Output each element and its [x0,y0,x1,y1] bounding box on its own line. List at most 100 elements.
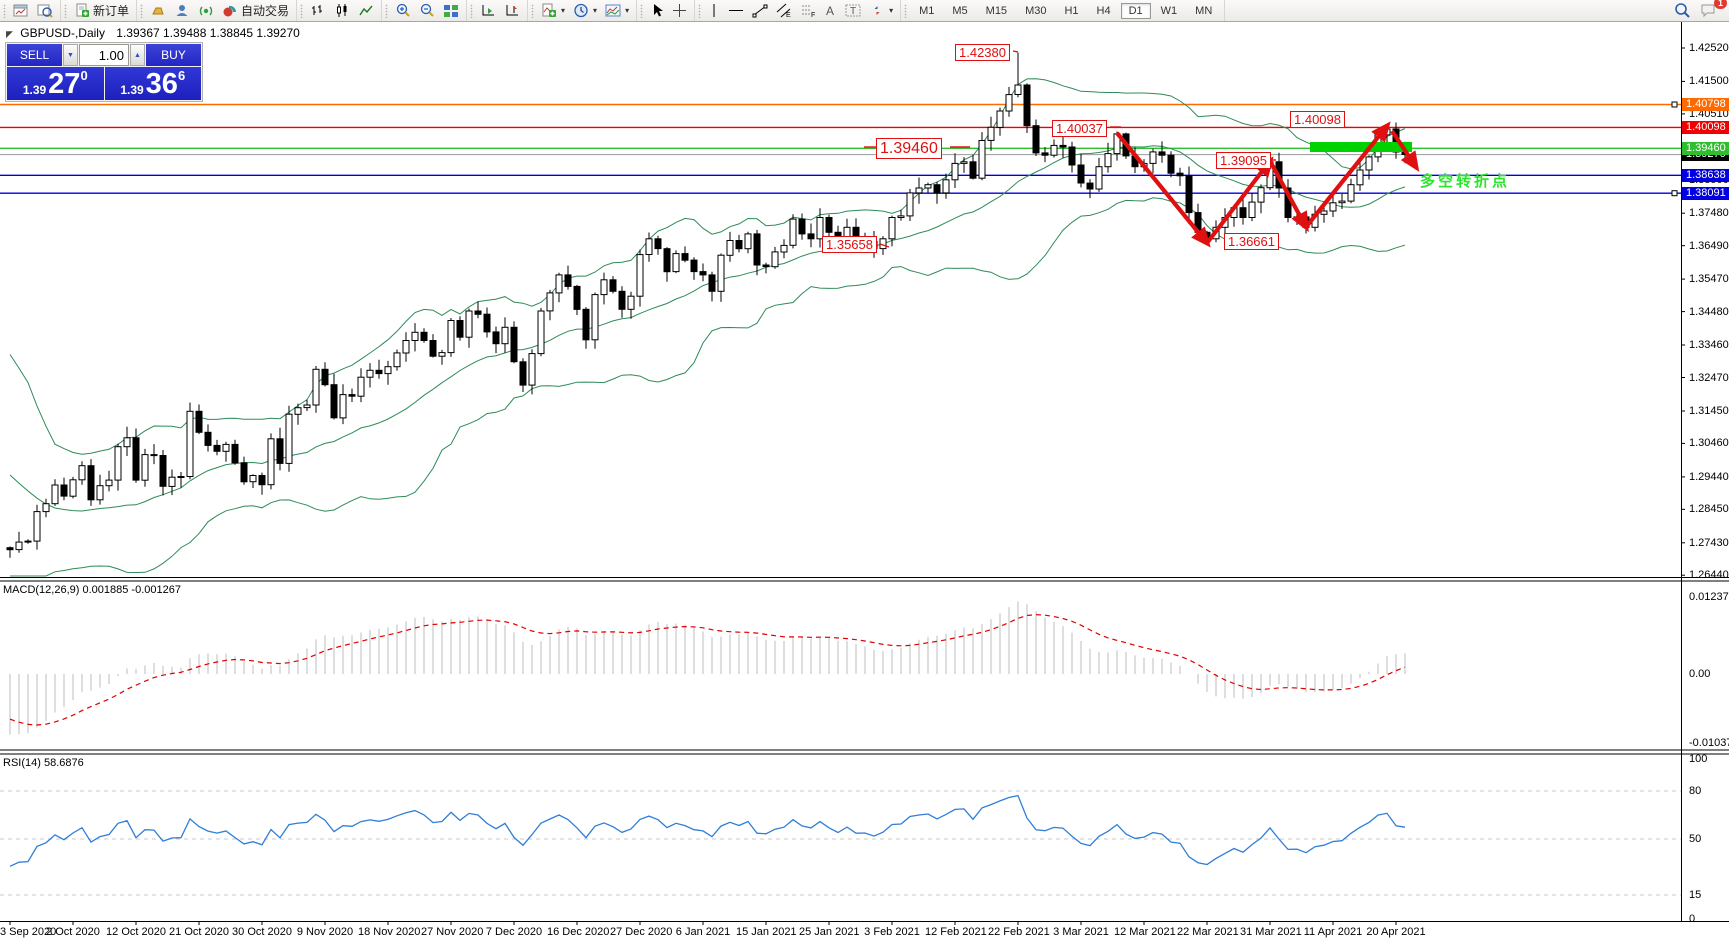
volume-decrease-button[interactable]: ▼ [63,44,78,66]
date-axis-label[interactable]: 21 Oct 2020 [169,926,229,938]
zoom-out-icon [419,3,435,18]
bar-chart-button[interactable] [306,1,330,20]
date-axis-label[interactable]: 27 Dec 2020 [610,926,672,938]
sell-button[interactable]: SELL [7,44,62,66]
date-axis-label[interactable]: 3 Feb 2021 [862,926,922,938]
dropdown-caret-icon: ▾ [625,6,630,15]
indicators-icon [541,3,557,18]
date-axis-label[interactable]: 3 Mar 2021 [1051,926,1111,938]
timeframe-h1[interactable]: H1 [1056,3,1086,19]
chat-button[interactable]: 1 [1695,0,1727,21]
svg-text:E: E [786,12,791,18]
timeframe-h4[interactable]: H4 [1089,3,1119,19]
indicators-button[interactable]: ▾ [537,1,569,20]
new-order-button[interactable]: 新订单 [70,0,133,21]
date-axis-label[interactable]: 12 Feb 2021 [925,926,987,938]
arrows-button[interactable]: ▾ [865,1,897,20]
date-axis-label[interactable]: 11 Apr 2021 [1303,926,1363,938]
timeframe-m30[interactable]: M30 [1017,3,1054,19]
timeframe-mn[interactable]: MN [1187,3,1220,19]
dropdown-caret-icon: ▾ [593,6,598,15]
sell-price-button[interactable]: 1.39 27 0 [7,67,104,100]
volume-input[interactable] [79,44,129,66]
sell-price-pips: 27 [48,68,81,100]
date-axis-label[interactable]: 16 Dec 2020 [547,926,609,938]
fibonacci-button[interactable]: F [796,1,820,20]
date-axis-label[interactable]: 6 Jan 2021 [673,926,733,938]
turning-point-annotation[interactable]: 多空转折点 [1420,170,1510,191]
toolbar-grip [300,3,304,18]
date-axis-label[interactable]: 12 Oct 2020 [106,926,166,938]
date-axis-label[interactable]: 15 Jan 2021 [736,926,797,938]
trendline-button[interactable] [748,1,772,20]
date-axis-label[interactable]: 9 Nov 2020 [295,926,355,938]
main-toolbar: 新订单 自动交易 ▾ ▾ ▾ E F A T ▾ M1 M5 M15 M30 H… [0,0,1729,22]
date-axis-label[interactable]: 30 Oct 2020 [232,926,292,938]
zoom-in-button[interactable] [391,1,415,20]
toolbar-grip [640,3,644,18]
macd-label: MACD(12,26,9) 0.001885 -0.001267 [3,584,181,596]
crosshair-button[interactable] [668,1,691,20]
chart-shift-button[interactable] [500,1,524,20]
date-axis-label[interactable]: 31 Mar 2021 [1240,926,1302,938]
periods-button[interactable]: ▾ [569,1,601,20]
rsi-axis-tick: 100 [1689,753,1708,765]
price-flag[interactable]: 1.35658 [822,236,877,253]
price-flag[interactable]: 1.39095 [1216,152,1271,169]
templates-button[interactable]: ▾ [601,1,633,20]
auto-scroll-button[interactable] [476,1,500,20]
date-axis-label[interactable]: 22 Mar 2021 [1177,926,1239,938]
candlestick-icon [334,3,350,18]
price-flag[interactable]: 1.42380 [955,44,1010,61]
timeframe-d1[interactable]: D1 [1120,2,1151,19]
toolbar-group-charttype [297,0,383,21]
price-flag[interactable]: 1.36661 [1224,233,1279,250]
buy-button[interactable]: BUY [146,44,201,66]
price-flag[interactable]: 1.39460 [876,138,942,159]
autotrading-button[interactable]: 自动交易 [218,0,293,21]
price-flag[interactable]: 1.40098 [1290,111,1345,128]
line-chart-button[interactable] [354,1,378,20]
profiles-icon [37,3,53,18]
signals-button[interactable] [194,1,218,20]
profiles-button[interactable] [33,1,57,20]
date-axis-label[interactable]: 25 Jan 2021 [799,926,860,938]
text-label-button[interactable]: T [841,1,865,20]
community-button[interactable] [170,1,194,20]
macd-axis-tick: 0.012372 [1689,591,1729,603]
timeframe-w1[interactable]: W1 [1153,3,1186,19]
buy-price-button[interactable]: 1.39 36 6 [104,67,201,100]
candlestick-button[interactable] [330,1,354,20]
timeframe-m5[interactable]: M5 [944,3,975,19]
text-button[interactable]: A [820,1,841,20]
timeframe-m15[interactable]: M15 [978,3,1015,19]
vertical-line-button[interactable] [704,1,724,20]
date-axis-label[interactable]: 2 Oct 2020 [43,926,103,938]
horizontal-line-button[interactable] [724,1,748,20]
market-button[interactable] [146,1,170,20]
toolbar-group-objects: ▾ ▾ ▾ [528,0,638,21]
zoom-out-button[interactable] [415,1,439,20]
toolbar-group-cursor [637,0,696,21]
new-chart-button[interactable] [9,1,33,20]
tile-windows-button[interactable] [439,1,463,20]
date-axis-label[interactable]: 12 Mar 2021 [1114,926,1176,938]
date-axis-label[interactable]: 18 Nov 2020 [358,926,420,938]
channel-button[interactable]: E [772,1,796,20]
date-axis-label[interactable]: 27 Nov 2020 [421,926,483,938]
date-axis-label[interactable]: 20 Apr 2021 [1366,926,1426,938]
chart-canvas[interactable] [0,0,1729,942]
collapse-panel-icon[interactable]: ◤ [6,29,13,39]
price-axis-tick: 1.34480 [1689,306,1729,318]
chart-ohlc-values: 1.39367 1.39488 1.38845 1.39270 [116,26,300,40]
search-button[interactable] [1669,0,1695,21]
volume-increase-button[interactable]: ▲ [130,44,145,66]
cursor-arrow-icon [650,3,664,18]
date-axis-label[interactable]: 7 Dec 2020 [484,926,544,938]
timeframe-m1[interactable]: M1 [911,3,942,19]
svg-text:F: F [811,12,815,18]
price-flag[interactable]: 1.40037 [1052,120,1107,137]
cursor-button[interactable] [646,1,668,20]
horizontal-line-icon [728,3,744,18]
date-axis-label[interactable]: 22 Feb 2021 [988,926,1050,938]
